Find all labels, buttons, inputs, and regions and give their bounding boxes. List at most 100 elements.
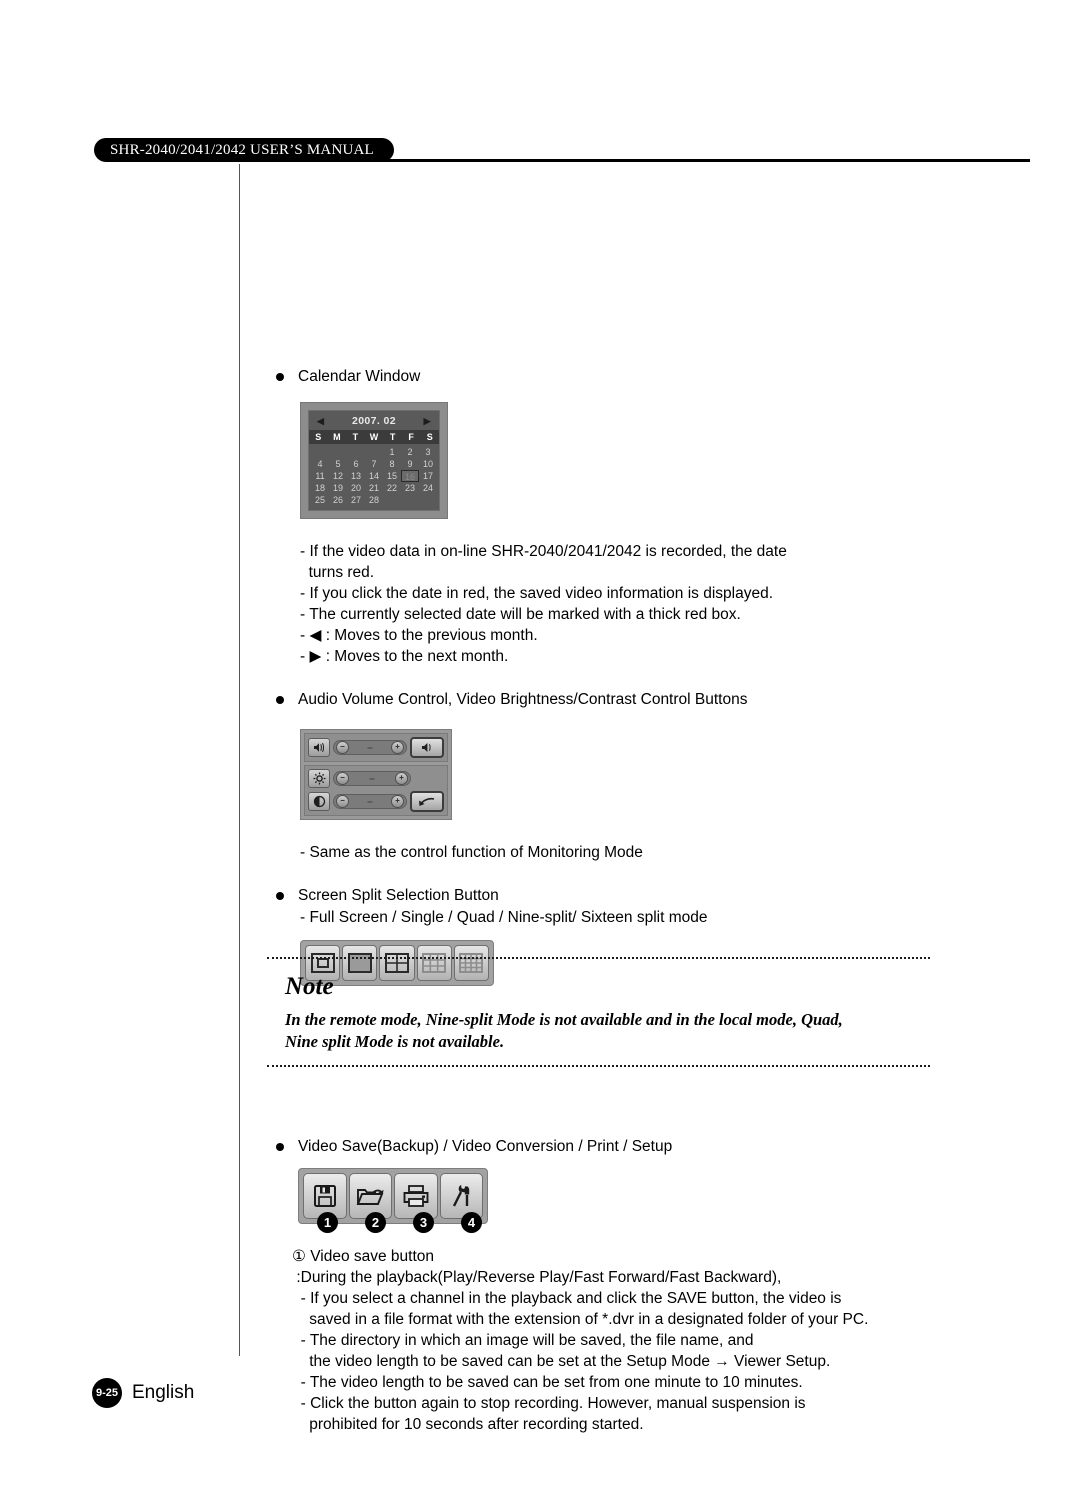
calendar-widget[interactable]: ◀ 2007. 02 ▶ SMTWTFS ....123456789101112… [300,402,448,519]
av-control-note-text: - Same as the control function of Monito… [300,844,643,861]
calendar-empty-cell: . [347,446,365,458]
contrast-half-circle-icon[interactable] [308,792,330,811]
callout-1: 1 [317,1212,338,1233]
page-header: SHR-2040/2041/2042 USER’S MANUAL [0,138,1080,166]
calendar-day-cell-8[interactable]: 8 [383,458,401,470]
brightness-decrease-button[interactable]: − [336,772,349,785]
calendar-day-header-3: W [369,432,379,442]
calendar-day-cell-11[interactable]: 11 [311,470,329,482]
calendar-day-cell-25[interactable]: 25 [311,494,329,506]
screen-split-note-text: - Full Screen / Single / Quad / Nine-spl… [300,909,708,926]
calendar-day-cell-3[interactable]: 3 [419,446,437,458]
calendar-day-cell-22[interactable]: 22 [383,482,401,494]
brightness-slider[interactable]: − + [333,771,411,786]
section-heading-label: Screen Split Selection Button [298,887,499,904]
calendar-month-title: 2007. 02 [351,415,397,427]
note-bottom-rule [267,1065,930,1067]
next-month-arrow-icon[interactable]: ▶ [424,416,431,426]
calendar-day-headers: S M TWT F S [309,430,439,444]
manual-title-label: SHR-2040/2041/2042 USER’S MANUAL [110,141,374,158]
section-heading-label: Calendar Window [298,368,421,385]
calendar-day-cell-7[interactable]: 7 [365,458,383,470]
video-tool-button-bar[interactable]: 1 2 3 4 [298,1168,488,1233]
section-heading-calendar-window: Calendar Window [276,366,976,388]
calendar-day-cell-18[interactable]: 18 [311,482,329,494]
calendar-day-cell-15[interactable]: 15 [383,470,401,482]
calendar-day-cell-20[interactable]: 20 [347,482,365,494]
volume-decrease-button[interactable]: − [336,741,349,754]
page-number-badge: 9-25 [92,1378,122,1408]
calendar-day-cell-24[interactable]: 24 [419,482,437,494]
calendar-day-cell-6[interactable]: 6 [347,458,365,470]
brightness-increase-button[interactable]: + [395,772,408,785]
calendar-day-header-0: S [315,432,322,442]
calendar-day-cell-4[interactable]: 4 [311,458,329,470]
prev-month-arrow-icon[interactable]: ◀ [317,416,324,426]
video-save-detail-title: ① Video save button [292,1248,435,1265]
callout-3: 3 [413,1212,434,1233]
note-title: Note [285,973,334,1000]
calendar-body: ◀ 2007. 02 ▶ SMTWTFS ....123456789101112… [308,410,440,511]
section-heading-av-control: Audio Volume Control, Video Brightness/C… [276,689,976,711]
callout-number-row: 1 2 3 4 [317,1212,482,1233]
section-heading-label: Audio Volume Control, Video Brightness/C… [298,691,748,708]
calendar-notes-text: - If the video data in on-line SHR-2040/… [300,543,787,665]
calendar-day-cell-14[interactable]: 14 [365,470,383,482]
calendar-day-cell-19[interactable]: 19 [329,482,347,494]
calendar-day-cell-21[interactable]: 21 [365,482,383,494]
calendar-day-cell-28[interactable]: 28 [365,494,383,506]
section-heading-video-save: Video Save(Backup) / Video Conversion / … [276,1136,976,1158]
calendar-day-cell-10[interactable]: 10 [419,458,437,470]
brightness-control-row: − + [308,769,444,788]
calendar-day-cell-13[interactable]: 13 [347,470,365,482]
page-content: Calendar Window ◀ 2007. 02 ▶ S M TWT F S ...… [276,366,976,1435]
page-footer: 9-25 English [92,1378,194,1408]
volume-increase-button[interactable]: + [391,741,404,754]
contrast-increase-button[interactable]: + [391,795,404,808]
calendar-day-cell-16[interactable]: 16 [401,470,419,482]
section-heading-label: Video Save(Backup) / Video Conversion / … [298,1138,673,1155]
note-body-text: In the remote mode, Nine-split Mode is n… [285,1010,843,1051]
calendar-day-cell-1[interactable]: 1 [383,446,401,458]
slider-tick-icon [369,778,375,780]
calendar-day-cell-27[interactable]: 27 [347,494,365,506]
mute-speaker-icon[interactable] [410,737,444,758]
calendar-empty-cell: . [311,446,329,458]
manual-title-tab: SHR-2040/2041/2042 USER’S MANUAL [94,138,394,162]
contrast-decrease-button[interactable]: − [336,795,349,808]
calendar-day-cell-23[interactable]: 23 [401,482,419,494]
bullet-dot-icon [276,892,284,900]
reset-arrow-icon[interactable] [410,791,444,812]
callout-4: 4 [461,1212,482,1233]
calendar-day-cell-12[interactable]: 12 [329,470,347,482]
brightness-sun-icon[interactable] [308,769,330,788]
footer-language-label: English [132,1382,195,1403]
calendar-day-header-1: M [333,432,341,442]
volume-slider[interactable]: − + [333,740,407,755]
calendar-day-cell-9[interactable]: 9 [401,458,419,470]
calendar-day-header-2: T [352,432,359,442]
note-box: Note In the remote mode, Nine-split Mode… [267,957,930,1067]
calendar-day-cell-17[interactable]: 17 [419,470,437,482]
calendar-empty-cell: . [365,446,383,458]
calendar-day-cell-26[interactable]: 26 [329,494,347,506]
volume-control-row: − + [308,737,444,758]
calendar-day-grid[interactable]: ....123456789101112131415161718192021222… [309,444,439,506]
bullet-dot-icon [276,1143,284,1151]
audio-control-group: − + [304,733,448,762]
note-top-rule [267,957,930,959]
section-heading-screen-split: Screen Split Selection Button [276,885,976,907]
header-divider-rule [360,159,1030,162]
contrast-control-row: − + [308,791,444,812]
calendar-day-cell-5[interactable]: 5 [329,458,347,470]
slider-tick-icon [367,747,373,749]
calendar-day-header-4: T [389,432,396,442]
calendar-day-cell-2[interactable]: 2 [401,446,419,458]
contrast-slider[interactable]: − + [333,794,407,809]
calendar-nav: ◀ 2007. 02 ▶ [309,413,439,430]
speaker-icon[interactable] [308,738,330,757]
bullet-dot-icon [276,696,284,704]
bullet-dot-icon [276,373,284,381]
callout-2: 2 [365,1212,386,1233]
calendar-day-header-6: S [426,432,433,442]
